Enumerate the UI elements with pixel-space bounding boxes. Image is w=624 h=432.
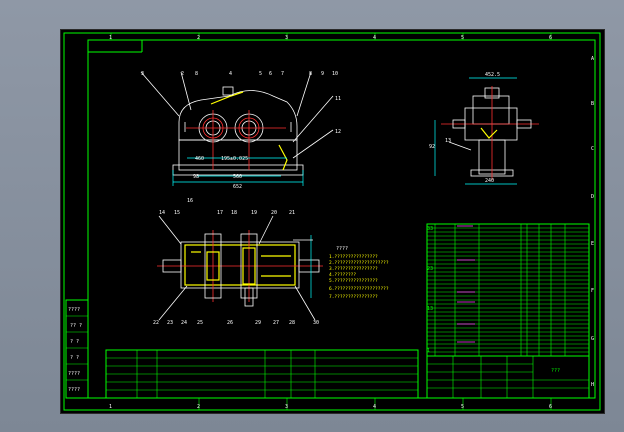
col-label: 2 [197,35,200,41]
left-label: ?? ? [70,323,82,329]
callout-6: 6 [269,71,272,77]
callout-23: 23 [167,320,173,326]
row-label: F [591,288,594,294]
callout-2: 2 [181,71,184,77]
callout-14: 14 [159,210,165,216]
parts-row-num: 33 [427,226,433,232]
callout-26: 26 [227,320,233,326]
col-label: 3 [285,404,288,410]
dim-460: 460 [195,156,204,162]
row-label: G [591,336,594,342]
note-4: 4.???????? [329,272,356,278]
zone-markers-top [110,33,552,40]
dim-452: 452.5 [485,72,500,78]
note-3: 3.???????????????? [329,266,378,272]
col-label: 3 [285,35,288,41]
dim-652: 652 [233,184,242,190]
col-label: 6 [549,35,552,41]
left-label: ???? [68,387,80,393]
col-label: 5 [461,404,464,410]
row-label: H [591,382,594,388]
row-label: C [591,146,594,152]
row-label: D [591,194,594,200]
callout-17: 17 [217,210,223,216]
callout-9: 9 [321,71,324,77]
callout-13: 13 [445,138,451,144]
note-6: 6.???????????????????? [329,286,389,292]
callout-20: 20 [271,210,277,216]
title-block-name: ??? [551,368,560,374]
col-label: 4 [373,404,376,410]
row-label: A [591,56,594,62]
callout-27: 27 [273,320,279,326]
col-label: 1 [109,35,112,41]
callout-8b: 8 [309,71,312,77]
cad-drawing: 1 2 3 4 5 6 1 2 3 4 5 6 A B C D E F G H [63,32,601,411]
drawing-outer-frame [63,32,601,411]
callout-28: 28 [289,320,295,326]
callout-18: 18 [231,210,237,216]
callout-8: 8 [195,71,198,77]
left-strip [65,299,89,399]
row-label: B [591,101,594,107]
cad-viewport[interactable]: 1 2 3 4 5 6 1 2 3 4 5 6 A B C D E F G H [60,29,605,414]
left-label: ? ? [70,355,79,361]
side-view [434,77,539,185]
dim-98: 98 [193,174,199,180]
callout-7: 7 [281,71,284,77]
callout-11: 11 [335,96,341,102]
note-5: 5.???????????????? [329,278,378,284]
col-label: 2 [197,404,200,410]
note-7: 7.???????????????? [329,294,378,300]
dim-195: 195±0.025 [221,156,248,162]
callout-22: 22 [153,320,159,326]
callout-15: 15 [174,210,180,216]
dim-560: 560 [233,174,242,180]
note-2: 2.???????????????????? [329,260,389,266]
callout-24: 24 [181,320,187,326]
callout-29: 29 [255,320,261,326]
note-1: 1.???????????????? [329,254,378,260]
callout-25: 25 [197,320,203,326]
dim-240: 240 [485,178,494,184]
callout-5: 5 [259,71,262,77]
dim-92: 92 [429,144,435,150]
parts-row-num: 1 [427,348,430,354]
title-block [426,355,590,399]
callout-3: 3 [141,71,144,77]
col-label: 4 [373,35,376,41]
callout-21: 21 [289,210,295,216]
left-label: ???? [68,371,80,377]
col-label: 6 [549,404,552,410]
callout-10: 10 [332,71,338,77]
col-label: 5 [461,35,464,41]
callout-4: 4 [229,71,232,77]
revision-table [105,349,419,399]
row-label: E [591,241,594,247]
front-view [140,71,334,186]
parts-row-num: 13 [427,306,433,312]
left-label: ? ? [70,339,79,345]
callout-16: 16 [187,198,193,204]
parts-row-num: 23 [427,266,433,272]
col-label: 1 [109,404,112,410]
callout-30: 30 [313,320,319,326]
callout-12: 12 [335,129,341,135]
left-label: ???? [68,307,80,313]
callout-19: 19 [251,210,257,216]
notes-title: ???? [336,246,348,252]
plan-view [157,215,323,321]
parts-list [426,223,590,357]
